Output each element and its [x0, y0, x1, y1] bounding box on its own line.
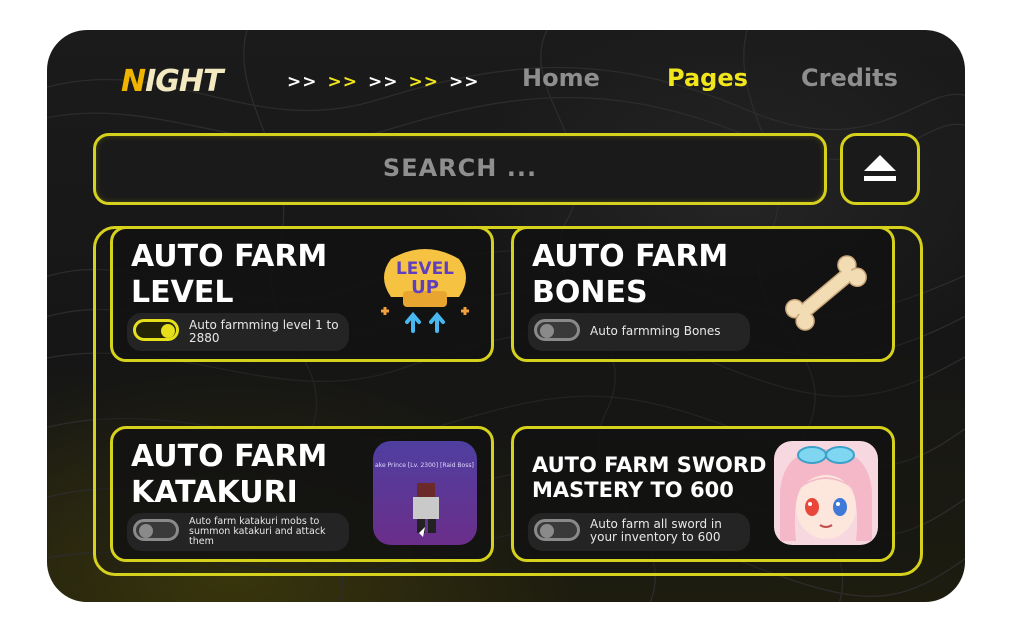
card-title-line2: KATAKURI — [131, 475, 298, 510]
search-placeholder: SEARCH ... — [382, 154, 538, 182]
arrow-3: >> — [368, 72, 399, 92]
toggle-row: Auto farm katakuri mobs to summon kataku… — [127, 513, 349, 551]
card-auto-farm-level: AUTO FARM LEVEL Auto farmming level 1 to… — [110, 226, 494, 362]
app-window: NIGHT >> >> >> >> >> Home Pages Credits SEAR… — [47, 30, 965, 602]
level-text: LEVEL — [396, 259, 454, 279]
anime-girl-avatar — [774, 441, 878, 545]
nav-credits[interactable]: Credits — [801, 64, 898, 92]
card-title-line2: BONES — [532, 275, 648, 310]
toggle-row: Auto farmming Bones — [528, 313, 750, 351]
thumbnail-caption: ake Prince [Lv. 2300] [Raid Boss] — [375, 462, 474, 469]
card-auto-farm-bones: AUTO FARM BONES Auto farmming Bones — [511, 226, 895, 362]
card-description: Auto farmming Bones — [590, 324, 721, 338]
card-auto-farm-katakuri: AUTO FARM KATAKURI Auto farm katakuri mo… — [110, 426, 494, 562]
toggle-knob — [540, 524, 554, 538]
card-title-line1: AUTO FARM — [131, 439, 328, 474]
katakuri-game-thumbnail: ake Prince [Lv. 2300] [Raid Boss] — [373, 441, 477, 545]
logo-letter-n: N — [121, 64, 146, 99]
card-title-line1: AUTO FARM — [131, 239, 328, 274]
toggle-knob — [139, 524, 153, 538]
card-auto-farm-sword-mastery: AUTO FARM SWORD MASTERY TO 600 Auto farm… — [511, 426, 895, 562]
collapse-button[interactable] — [840, 133, 920, 205]
arrow-5: >> — [449, 72, 480, 92]
up-text: UP — [411, 277, 439, 298]
card-title-line1: AUTO FARM — [532, 239, 729, 274]
eject-icon — [864, 155, 896, 181]
card-title: AUTO FARM LEVEL — [131, 239, 327, 311]
nav-home[interactable]: Home — [522, 64, 600, 92]
toggle-knob — [161, 324, 175, 338]
card-title-line2: LEVEL — [131, 275, 234, 310]
card-title: AUTO FARM BONES — [532, 239, 728, 311]
card-description: Auto farmming level 1 to 2880 — [189, 318, 339, 345]
card-title-line2: MASTERY TO 600 — [532, 478, 734, 502]
night-logo: NIGHT — [121, 64, 223, 99]
arrow-2: >> — [327, 72, 358, 92]
toggle-knob — [540, 324, 554, 338]
arrow-4: >> — [408, 72, 439, 92]
toggle-row: Auto farmming level 1 to 2880 — [127, 313, 349, 351]
auto-farm-katakuri-toggle[interactable] — [133, 519, 179, 541]
level-up-badge-icon: LEVEL UP — [381, 249, 469, 333]
nav-pages[interactable]: Pages — [667, 64, 748, 92]
card-title-line1: AUTO FARM SWORD — [532, 453, 767, 477]
auto-farm-sword-toggle[interactable] — [534, 519, 580, 541]
card-description: Auto farm katakuri mobs to summon kataku… — [189, 516, 326, 547]
toggle-row: Auto farm all sword in your inventory to… — [528, 513, 750, 551]
arrow-1: >> — [287, 72, 318, 92]
bone-icon — [785, 255, 867, 331]
card-description: Auto farm all sword in your inventory to… — [590, 517, 722, 544]
card-title: AUTO FARM KATAKURI — [131, 439, 327, 511]
logo-letters: IGHT — [145, 64, 223, 99]
auto-farm-bones-toggle[interactable] — [534, 319, 580, 341]
card-title: AUTO FARM SWORD MASTERY TO 600 — [532, 453, 766, 503]
auto-farm-level-toggle[interactable] — [133, 319, 179, 341]
chevron-decoration: >> >> >> >> >> — [287, 72, 490, 92]
search-input[interactable]: SEARCH ... — [93, 133, 827, 205]
